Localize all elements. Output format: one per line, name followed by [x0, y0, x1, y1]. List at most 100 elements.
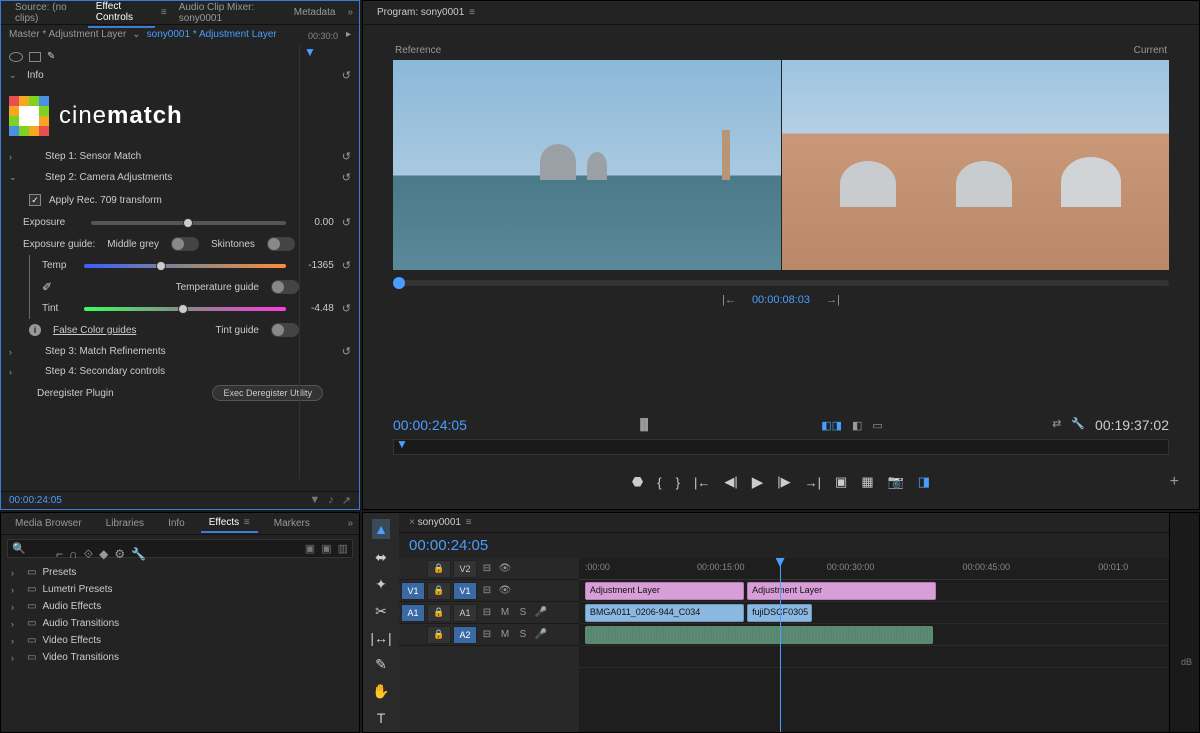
lock-icon[interactable]: 🔒 [427, 626, 451, 644]
step-back-icon[interactable]: ◀| [724, 474, 737, 490]
tint-guide-toggle[interactable] [271, 323, 299, 337]
track-lane-v2[interactable]: Adjustment Layer Adjustment Layer [579, 580, 1169, 602]
mute-button[interactable]: M [497, 629, 513, 640]
track-label-v1[interactable]: V1 [453, 582, 477, 600]
hand-tool-icon[interactable]: ✋ [372, 683, 389, 700]
toggle-icon[interactable]: ⊟ [479, 629, 495, 640]
lift-icon[interactable]: ▣ [835, 474, 847, 490]
timeline-tracks[interactable]: :00:00 00:00:15:00 00:00:30:00 00:00:45:… [579, 558, 1169, 732]
badge-icon-1[interactable]: ▣ [305, 542, 315, 555]
play-button[interactable]: ▶ [752, 473, 764, 491]
marker-icon[interactable]: ◆ [99, 547, 108, 562]
ellipse-icon[interactable] [9, 52, 23, 62]
add-button-icon[interactable]: + [1170, 473, 1179, 491]
sequence-link[interactable]: sony0001 * Adjustment Layer [147, 29, 277, 40]
middle-grey-toggle[interactable] [171, 237, 199, 251]
settings-icon[interactable]: ⚙ [114, 547, 125, 562]
timeline-timecode[interactable]: 00:00:24:05 [409, 537, 488, 554]
tab-info[interactable]: Info [160, 515, 193, 532]
tab-markers[interactable]: Markers [266, 515, 318, 532]
video-comparison[interactable] [393, 60, 1169, 270]
timeline-ruler[interactable]: :00:00 00:00:15:00 00:00:30:00 00:00:45:… [579, 558, 1169, 580]
wrench-icon[interactable]: 🔧 [1071, 417, 1085, 433]
timeline-playhead[interactable] [780, 558, 781, 732]
pen-icon[interactable]: ✎ [47, 51, 55, 62]
out-point-icon[interactable]: } [676, 475, 680, 490]
solo-button[interactable]: S [515, 607, 531, 618]
footer-timecode[interactable]: 00:00:24:05 [9, 495, 62, 506]
clip-audio-1[interactable] [585, 626, 933, 644]
source-v1[interactable]: V1 [401, 582, 425, 600]
link-icon[interactable]: ⟐ [84, 547, 93, 562]
tab-source[interactable]: Source: (no clips) [7, 0, 84, 27]
list-item[interactable]: ›▭Video Effects [7, 632, 353, 649]
toggle-icon[interactable]: ⊟ [479, 607, 495, 618]
eye-icon[interactable]: 👁 [497, 563, 513, 574]
overflow-icon[interactable]: » [347, 518, 353, 529]
toggle-icon[interactable]: ⊟ [479, 585, 495, 596]
scrub-time[interactable]: 00:00:08:03 [752, 294, 810, 306]
go-to-in-icon[interactable]: |← [722, 294, 736, 306]
list-item[interactable]: ›▭Audio Transitions [7, 615, 353, 632]
link-icon[interactable]: ♪ [328, 494, 334, 507]
source-a1[interactable]: A1 [401, 604, 425, 622]
panel-menu-icon[interactable]: ≡ [161, 7, 167, 18]
chevron-down-icon[interactable]: ⌄ [132, 29, 140, 40]
track-label-v2[interactable]: V2 [453, 560, 477, 578]
mic-icon[interactable]: 🎤 [533, 629, 549, 640]
playhead-icon[interactable]: ▼ [304, 45, 316, 59]
temp-guide-toggle[interactable] [271, 280, 299, 294]
filter-icon[interactable]: ▼ [309, 494, 320, 507]
tab-metadata[interactable]: Metadata [286, 4, 344, 21]
lock-icon[interactable]: 🔒 [427, 560, 451, 578]
in-point-icon[interactable]: { [657, 475, 661, 490]
type-tool-icon[interactable]: T [377, 710, 386, 726]
list-item[interactable]: ›▭Presets [7, 564, 353, 581]
false-color-link[interactable]: False Color guides [53, 325, 136, 336]
track-lane-a1[interactable] [579, 624, 1169, 646]
ripple-tool-icon[interactable]: ✦ [375, 576, 387, 593]
effect-timeline-strip[interactable]: ▼ 00:30:0 [299, 45, 359, 479]
mic-icon[interactable]: 🎤 [533, 607, 549, 618]
comparison-side-icon[interactable]: ◧◨ [821, 419, 842, 432]
skintones-toggle[interactable] [267, 237, 295, 251]
track-select-tool-icon[interactable]: ⬌ [375, 549, 387, 566]
current-time[interactable]: 00:00:24:05 [393, 417, 467, 433]
toggle-icon[interactable]: ⊟ [479, 563, 495, 574]
tab-audio-mixer[interactable]: Audio Clip Mixer: sony0001 [171, 0, 282, 27]
clip-adjustment-2[interactable]: Adjustment Layer [747, 582, 936, 600]
lock-icon[interactable]: 🔒 [427, 582, 451, 600]
comparison-single-icon[interactable]: ▭ [872, 419, 882, 432]
step-forward-icon[interactable]: |▶ [777, 474, 790, 490]
scrub-bar[interactable] [393, 280, 1169, 286]
selection-tool-icon[interactable]: ▲ [372, 519, 390, 539]
track-label-a1[interactable]: A1 [453, 604, 477, 622]
mute-button[interactable]: M [497, 607, 513, 618]
list-item[interactable]: ›▭Video Transitions [7, 649, 353, 666]
play-arrow-icon[interactable]: ▸ [346, 29, 351, 40]
compare-icon[interactable]: ◨ [918, 474, 930, 490]
snap-icon[interactable]: ⌐ [56, 547, 63, 562]
badge-icon-3[interactable]: ▥ [338, 542, 348, 555]
extract-icon[interactable]: ▦ [861, 474, 873, 490]
go-to-out-icon[interactable]: →| [805, 475, 821, 490]
clip-video-1[interactable]: BMGA011_0206-944_C034 [585, 604, 744, 622]
sequence-name[interactable]: sony0001 [418, 517, 461, 528]
camera-icon[interactable]: 📷 [888, 474, 904, 490]
scrub-thumb[interactable] [393, 277, 405, 289]
marker-icon[interactable]: ⬣ [632, 474, 643, 490]
overflow-icon[interactable]: » [347, 7, 353, 18]
tab-media-browser[interactable]: Media Browser [7, 515, 90, 532]
exposure-slider[interactable] [91, 221, 286, 225]
track-label-a2[interactable]: A2 [453, 626, 477, 644]
tab-effects[interactable]: Effects ≡ [201, 514, 258, 533]
solo-button[interactable]: S [515, 629, 531, 640]
info-icon[interactable]: i [29, 324, 41, 336]
program-mini-timeline[interactable]: ▼ [393, 439, 1169, 455]
go-to-in-icon[interactable]: |← [694, 475, 710, 490]
tint-slider[interactable] [84, 307, 286, 311]
slip-tool-icon[interactable]: |↔| [370, 630, 391, 646]
wrench-icon[interactable]: 🔧 [131, 547, 146, 562]
track-lane-a2[interactable] [579, 646, 1169, 668]
mini-playhead-icon[interactable]: ▼ [396, 437, 408, 451]
